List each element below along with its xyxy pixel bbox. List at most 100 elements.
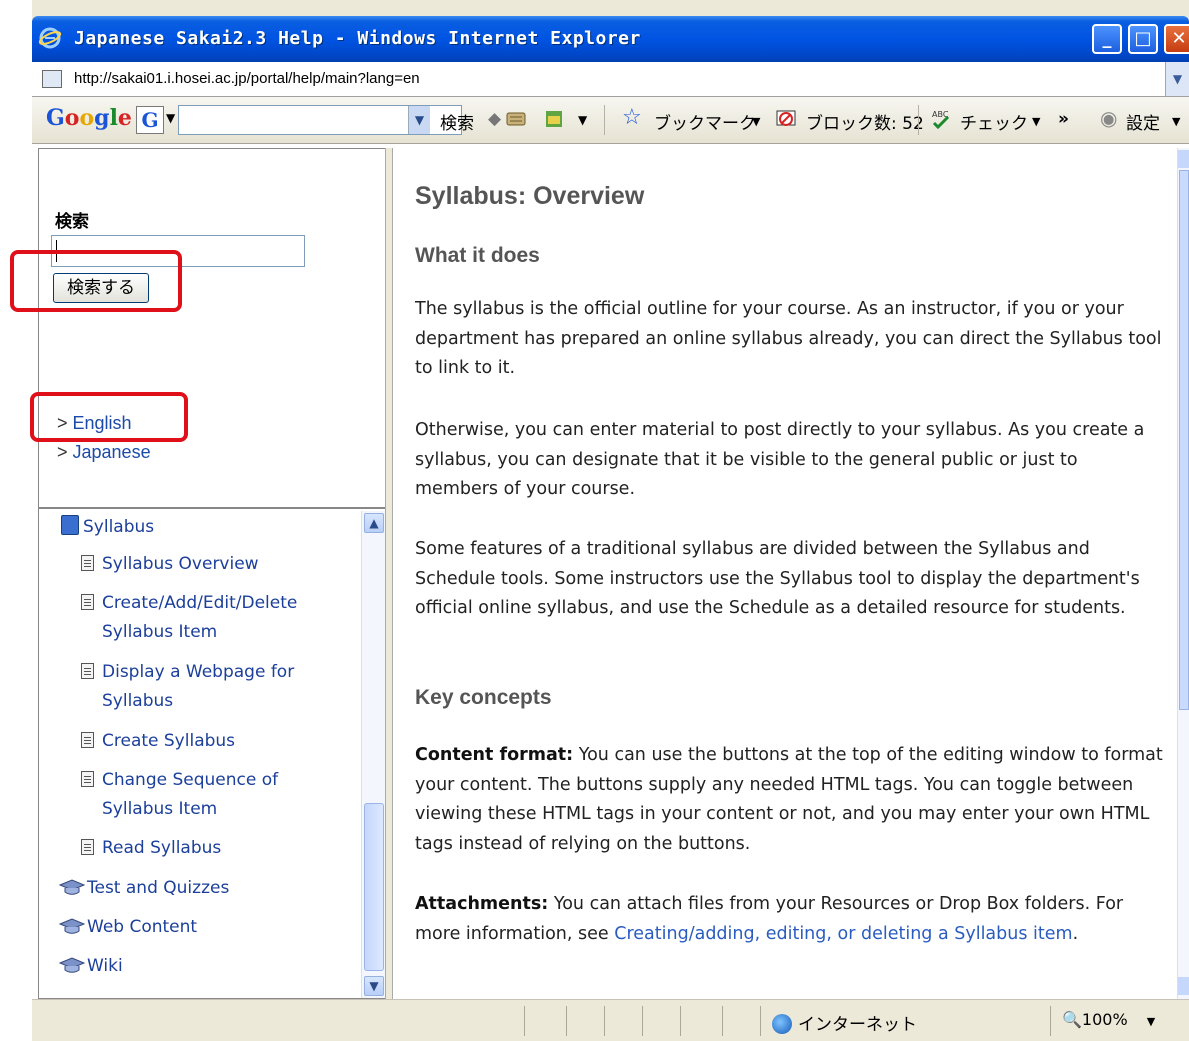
bookmarks-button[interactable]: ブックマーク bbox=[654, 109, 756, 134]
toc-item-wiki[interactable]: Wiki bbox=[59, 956, 123, 976]
google-logo[interactable]: Google bbox=[46, 105, 132, 131]
pagerank-icon[interactable] bbox=[542, 107, 566, 131]
zoom-control[interactable]: 🔍100% ▼ bbox=[1062, 1010, 1155, 1029]
toc-item-test-and-quizzes[interactable]: Test and Quizzes bbox=[59, 878, 229, 898]
security-zone: インターネット bbox=[772, 1010, 917, 1035]
toc-item-web-content[interactable]: Web Content bbox=[59, 917, 197, 937]
window-title: Japanese Sakai2.3 Help - Windows Interne… bbox=[74, 28, 641, 49]
close-icon: ✕ bbox=[1171, 28, 1187, 49]
syllabus-item-link[interactable]: Creating/adding, editing, or deleting a … bbox=[614, 924, 1072, 944]
status-divider bbox=[722, 1006, 723, 1036]
google-g-button[interactable]: G bbox=[136, 106, 164, 134]
language-link-japanese[interactable]: > Japanese bbox=[57, 442, 151, 463]
toc-item-continuation[interactable]: Syllabus Item bbox=[102, 799, 217, 819]
search-label: 検索 bbox=[55, 212, 89, 232]
ie-icon bbox=[38, 27, 62, 49]
frame-splitter[interactable] bbox=[385, 148, 393, 999]
search-frame: 検索 検索する > English > Japanese bbox=[38, 148, 385, 508]
toc-item-change-sequence[interactable]: Change Sequence of bbox=[81, 770, 278, 790]
magnifier-icon: 🔍 bbox=[1062, 1010, 1082, 1029]
status-divider bbox=[642, 1006, 643, 1036]
blocked-count-button[interactable]: ブロック数: 52 bbox=[806, 109, 924, 134]
graduation-cap-icon bbox=[59, 957, 85, 973]
chevron-down-icon: ▼ bbox=[1146, 1015, 1156, 1028]
star-icon: ☆ bbox=[622, 105, 642, 130]
paragraph-content-format: Content format: You can use the buttons … bbox=[415, 741, 1165, 859]
paragraph-features: Some features of a traditional syllabus … bbox=[415, 539, 1140, 618]
google-toolbar: Google G ▼ ▼ 検索 ◆ ▼ ☆ ブックマーク ▼ ブロック数: 52… bbox=[32, 97, 1189, 144]
highlight-search-button bbox=[10, 250, 182, 312]
browser-window: Japanese Sakai2.3 Help - Windows Interne… bbox=[32, 0, 1189, 1041]
scrollbar-thumb[interactable] bbox=[364, 803, 384, 971]
language-label: Japanese bbox=[72, 442, 151, 462]
status-divider bbox=[566, 1006, 567, 1036]
toolbar-separator bbox=[604, 105, 605, 135]
scroll-down-icon[interactable] bbox=[1178, 977, 1189, 995]
popup-blocker-icon bbox=[776, 110, 796, 126]
toc-item-create-syllabus[interactable]: Create Syllabus bbox=[81, 731, 235, 751]
paragraph-attachments: Attachments: You can attach files from y… bbox=[415, 890, 1165, 949]
scroll-down-icon[interactable]: ▼ bbox=[364, 976, 384, 996]
page-title: Syllabus: Overview bbox=[415, 182, 645, 210]
section-heading-key-concepts: Key concepts bbox=[415, 686, 552, 709]
toc-item-syllabus[interactable]: Syllabus bbox=[61, 515, 154, 537]
document-icon bbox=[81, 771, 94, 787]
dropdown-arrow-icon[interactable]: ◆ bbox=[488, 109, 501, 129]
address-dropdown-icon[interactable]: ▼ bbox=[1165, 62, 1189, 96]
address-url[interactable]: http://sakai01.i.hosei.ac.jp/portal/help… bbox=[74, 70, 420, 87]
status-bar: インターネット 🔍100% ▼ bbox=[32, 999, 1189, 1041]
graduation-cap-icon bbox=[59, 918, 85, 934]
paragraph-otherwise: Otherwise, you can enter material to pos… bbox=[415, 420, 1145, 499]
maximize-button[interactable]: □ bbox=[1128, 24, 1158, 54]
title-bar[interactable]: Japanese Sakai2.3 Help - Windows Interne… bbox=[32, 16, 1189, 62]
document-icon bbox=[81, 839, 94, 855]
document-icon bbox=[81, 732, 94, 748]
status-divider bbox=[760, 1006, 761, 1036]
more-button[interactable]: » bbox=[1058, 109, 1069, 129]
close-button[interactable]: ✕ bbox=[1164, 24, 1189, 54]
toc-frame: Syllabus Syllabus Overview Create/Add/Ed… bbox=[38, 508, 385, 999]
chevron-down-icon[interactable]: ▼ bbox=[1032, 115, 1040, 128]
section-heading-what-it-does: What it does bbox=[415, 244, 540, 267]
minimize-button[interactable]: _ bbox=[1092, 24, 1122, 54]
scroll-up-icon[interactable]: ▲ bbox=[364, 513, 384, 533]
settings-button[interactable]: 設定 bbox=[1126, 109, 1160, 134]
chevron-down-icon[interactable]: ▼ bbox=[166, 111, 175, 125]
chevron-down-icon[interactable]: ▼ bbox=[578, 113, 587, 127]
search-dropdown-icon[interactable]: ▼ bbox=[408, 106, 430, 134]
graduation-cap-icon bbox=[59, 879, 85, 895]
chevron-down-icon[interactable]: ▼ bbox=[1172, 115, 1180, 128]
paragraph-intro: The syllabus is the official outline for… bbox=[415, 299, 1162, 378]
settings-radio-icon: ◉ bbox=[1100, 106, 1118, 130]
globe-icon bbox=[772, 1014, 792, 1034]
minimize-icon: _ bbox=[1102, 28, 1112, 49]
toc-item-continuation[interactable]: Syllabus bbox=[102, 691, 173, 711]
content-area: 検索 検索する > English > Japanese Syllabus Sy… bbox=[32, 144, 1189, 999]
toc-item-continuation[interactable]: Syllabus Item bbox=[102, 622, 217, 642]
toolbar-separator bbox=[918, 105, 919, 135]
address-bar[interactable]: http://sakai01.i.hosei.ac.jp/portal/help… bbox=[32, 62, 1189, 97]
news-icon[interactable] bbox=[504, 107, 528, 131]
document-icon bbox=[81, 594, 94, 610]
toc-item-read-syllabus[interactable]: Read Syllabus bbox=[81, 838, 221, 858]
spellcheck-button[interactable]: チェック bbox=[960, 109, 1028, 134]
term-label: Attachments: bbox=[415, 894, 549, 914]
chevron-down-icon[interactable]: ▼ bbox=[752, 115, 760, 128]
toc-item-syllabus-overview[interactable]: Syllabus Overview bbox=[81, 554, 259, 574]
toc-item-display-webpage[interactable]: Display a Webpage for bbox=[81, 662, 294, 682]
status-divider bbox=[524, 1006, 525, 1036]
maximize-icon: □ bbox=[1134, 28, 1152, 49]
status-divider bbox=[604, 1006, 605, 1036]
status-divider bbox=[1050, 1006, 1051, 1036]
scrollbar-thumb[interactable] bbox=[1179, 170, 1189, 710]
highlight-english-link bbox=[30, 392, 188, 442]
scroll-up-icon[interactable] bbox=[1178, 150, 1189, 168]
document-icon bbox=[81, 555, 94, 571]
term-text-end: . bbox=[1072, 923, 1079, 944]
spellcheck-icon: ABC bbox=[932, 110, 950, 130]
main-scrollbar[interactable] bbox=[1177, 148, 1189, 999]
toc-scrollbar[interactable]: ▲ ▼ bbox=[361, 511, 385, 998]
page-icon bbox=[42, 70, 62, 88]
toc-item-create-add-edit-delete[interactable]: Create/Add/Edit/Delete bbox=[81, 593, 297, 613]
google-search-button[interactable]: 検索 bbox=[440, 109, 474, 134]
